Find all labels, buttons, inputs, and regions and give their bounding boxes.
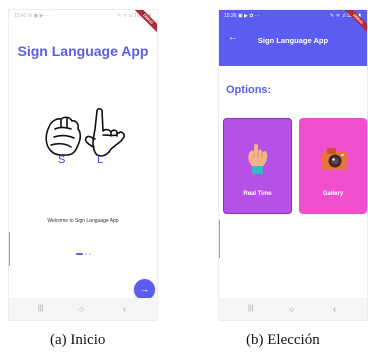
app-bar: 15:26 ▣ ▶ ✿ ··· ✎ ᯤ .ıl 32% ▮ ← Sign Lan… (219, 10, 367, 66)
sign-letter-l: L (97, 154, 104, 166)
options-screen: 15:26 ▣ ▶ ✿ ··· ✎ ᯤ .ıl 32% ▮ ← Sign Lan… (219, 10, 367, 320)
welcome-text: Welcome to Sign Language App (47, 218, 119, 224)
status-bar: 15:26 ▣ ▶ ✿ ··· ✎ ᯤ .ıl 32% ▮ (219, 10, 367, 23)
sign-letter-s: S (58, 154, 66, 166)
caption-eleccion: (b) Elección (246, 332, 320, 348)
real-time-card[interactable]: Real Time (223, 118, 292, 214)
android-nav-bar: ||| ○ ‹ (219, 298, 367, 320)
home-screen: 15:42 ✉ ▣ ▶ ··· ✎ ᯤ .ıl 100% ▮ DEBUG Sig… (9, 10, 157, 320)
hand-sign-s-icon (45, 116, 82, 156)
edge-scroll-indicator (9, 232, 10, 266)
status-time: 15:42 ✉ ▣ ▶ ··· (14, 13, 50, 19)
back-icon[interactable]: ‹ (123, 298, 126, 320)
android-nav-bar: ||| ○ ‹ (9, 298, 157, 320)
arrow-right-icon: → (140, 284, 149, 294)
next-button[interactable]: → (134, 279, 155, 300)
sign-language-hands-illustration (45, 107, 125, 157)
back-icon[interactable]: ‹ (333, 298, 336, 320)
page-dot-active (76, 253, 83, 255)
card-label: Real Time (243, 191, 272, 197)
options-heading: Options: (226, 84, 272, 96)
recent-apps-icon[interactable]: ||| (248, 298, 253, 320)
status-bar: 15:42 ✉ ▣ ▶ ··· ✎ ᯤ .ıl 100% ▮ (9, 10, 157, 23)
app-title: Sign Language App (17, 43, 149, 59)
home-icon[interactable]: ○ (289, 298, 294, 320)
caption-inicio: (a) Inicio (50, 332, 106, 348)
page-dot (85, 253, 87, 255)
edge-scroll-indicator (219, 220, 220, 258)
app-bar-title: Sign Language App (257, 36, 329, 45)
hand-icon (248, 143, 268, 174)
card-label: Gallery (322, 191, 344, 197)
camera-icon (321, 148, 347, 170)
gallery-card[interactable]: Gallery (299, 118, 367, 214)
hand-sign-l-icon (84, 107, 125, 157)
recent-apps-icon[interactable]: ||| (38, 298, 43, 320)
page-dot (89, 253, 91, 255)
status-time: 15:26 ▣ ▶ ✿ ··· (224, 13, 260, 19)
home-icon[interactable]: ○ (79, 298, 84, 320)
